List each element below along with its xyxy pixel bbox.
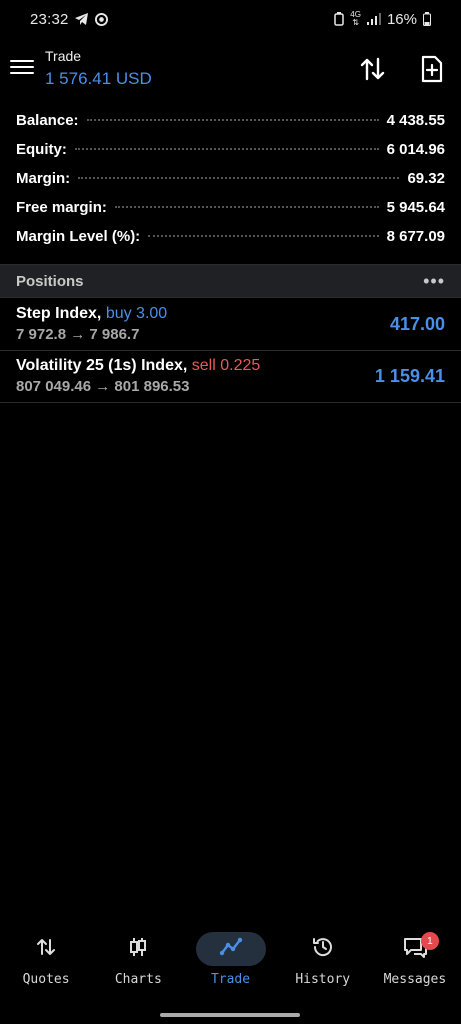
positions-header: Positions ••• [0,264,461,298]
charts-icon [127,936,149,963]
battery-percent: 16% [386,10,417,28]
signal-icon [366,13,381,25]
home-indicator[interactable] [160,1013,300,1017]
account-summary: Balance: 4 438.55 Equity: 6 014.96 Margi… [0,112,461,257]
margin-level-row: Margin Level (%): 8 677.09 [0,228,461,257]
margin-row: Margin: 69.32 [0,170,461,199]
nav-label: Quotes [22,972,70,987]
telegram-icon [74,13,89,25]
balance-row: Balance: 4 438.55 [0,112,461,141]
status-bar-left: 23:32 [30,11,108,28]
sort-icon[interactable] [358,54,388,84]
nav-label: Messages [383,972,447,987]
balance-value: 4 438.55 [386,112,445,129]
free-margin-label: Free margin: [16,199,107,216]
leader-dots [78,177,400,179]
leader-dots [148,235,379,237]
nav-charts[interactable]: Charts [92,926,184,996]
nav-pill [11,932,81,966]
position-side: buy 3.00 [105,305,168,322]
margin-level-value: 8 677.09 [386,228,445,245]
data-arrows-icon: ⇅ [352,18,359,27]
free-margin-row: Free margin: 5 945.64 [0,199,461,228]
bottom-navigation: Quotes Charts Trade History 1 Messages [0,926,461,996]
nav-pill [288,932,358,966]
history-icon [311,935,335,964]
status-bar: 23:32 4G ⇅ 16% [0,0,461,38]
leader-dots [74,148,379,150]
leader-dots [86,119,379,121]
margin-label: Margin: [16,170,71,187]
chrome-icon [94,12,108,26]
position-title: Volatility 25 (1s) Index, sell 0.225 [16,357,260,375]
leader-dots [114,206,379,208]
nav-pill [380,932,450,966]
nav-label: History [295,972,351,987]
position-prices: 7 972.8 → 7 986.7 [16,326,140,343]
position-row[interactable]: Volatility 25 (1s) Index, sell 0.225 807… [0,351,461,403]
position-row[interactable]: Step Index, buy 3.00 7 972.8 → 7 986.7 4… [0,299,461,351]
position-profit: 1 159.41 [374,366,445,386]
trade-icon [219,936,243,963]
battery-saver-icon [334,12,345,26]
position-symbol: Volatility 25 (1s) Index, [16,357,188,374]
position-title: Step Index, buy 3.00 [16,305,167,323]
balance-label: Balance: [16,112,79,129]
quotes-icon [35,936,57,963]
position-prices: 807 049.46 → 801 896.53 [16,378,190,395]
nav-pill [103,932,173,966]
positions-list: Step Index, buy 3.00 7 972.8 → 7 986.7 4… [0,299,461,403]
equity-value: 6 014.96 [386,141,445,158]
status-time: 23:32 [30,10,69,28]
battery-icon [423,12,431,26]
position-symbol: Step Index, [16,305,102,322]
nav-quotes[interactable]: Quotes [0,926,92,996]
nav-trade[interactable]: Trade [184,926,276,996]
unread-badge: 1 [420,932,439,950]
more-options-icon[interactable]: ••• [423,272,445,290]
positions-title: Positions [16,272,84,290]
new-order-icon[interactable] [417,54,447,84]
network-type: 4G ⇅ [350,11,361,27]
screen: 23:32 4G ⇅ 16% Trade 1 576.41 USD Balanc… [0,0,461,1024]
nav-history[interactable]: History [277,926,369,996]
equity-row: Equity: 6 014.96 [0,141,461,170]
margin-level-label: Margin Level (%): [16,228,141,245]
nav-label: Trade [210,972,251,987]
nav-messages[interactable]: 1 Messages [369,926,461,996]
page-title: Trade [45,48,82,64]
position-side: sell 0.225 [191,357,261,374]
menu-icon[interactable] [10,56,34,80]
margin-value: 69.32 [407,170,445,187]
position-profit: 417.00 [389,314,445,334]
nav-label: Charts [114,972,162,987]
equity-label: Equity: [16,141,67,158]
free-margin-value: 5 945.64 [386,199,445,216]
total-profit: 1 576.41 USD [45,69,152,88]
status-bar-right: 4G ⇅ 16% [334,11,431,28]
app-header: Trade 1 576.41 USD [0,42,461,98]
nav-pill-active [195,932,266,966]
